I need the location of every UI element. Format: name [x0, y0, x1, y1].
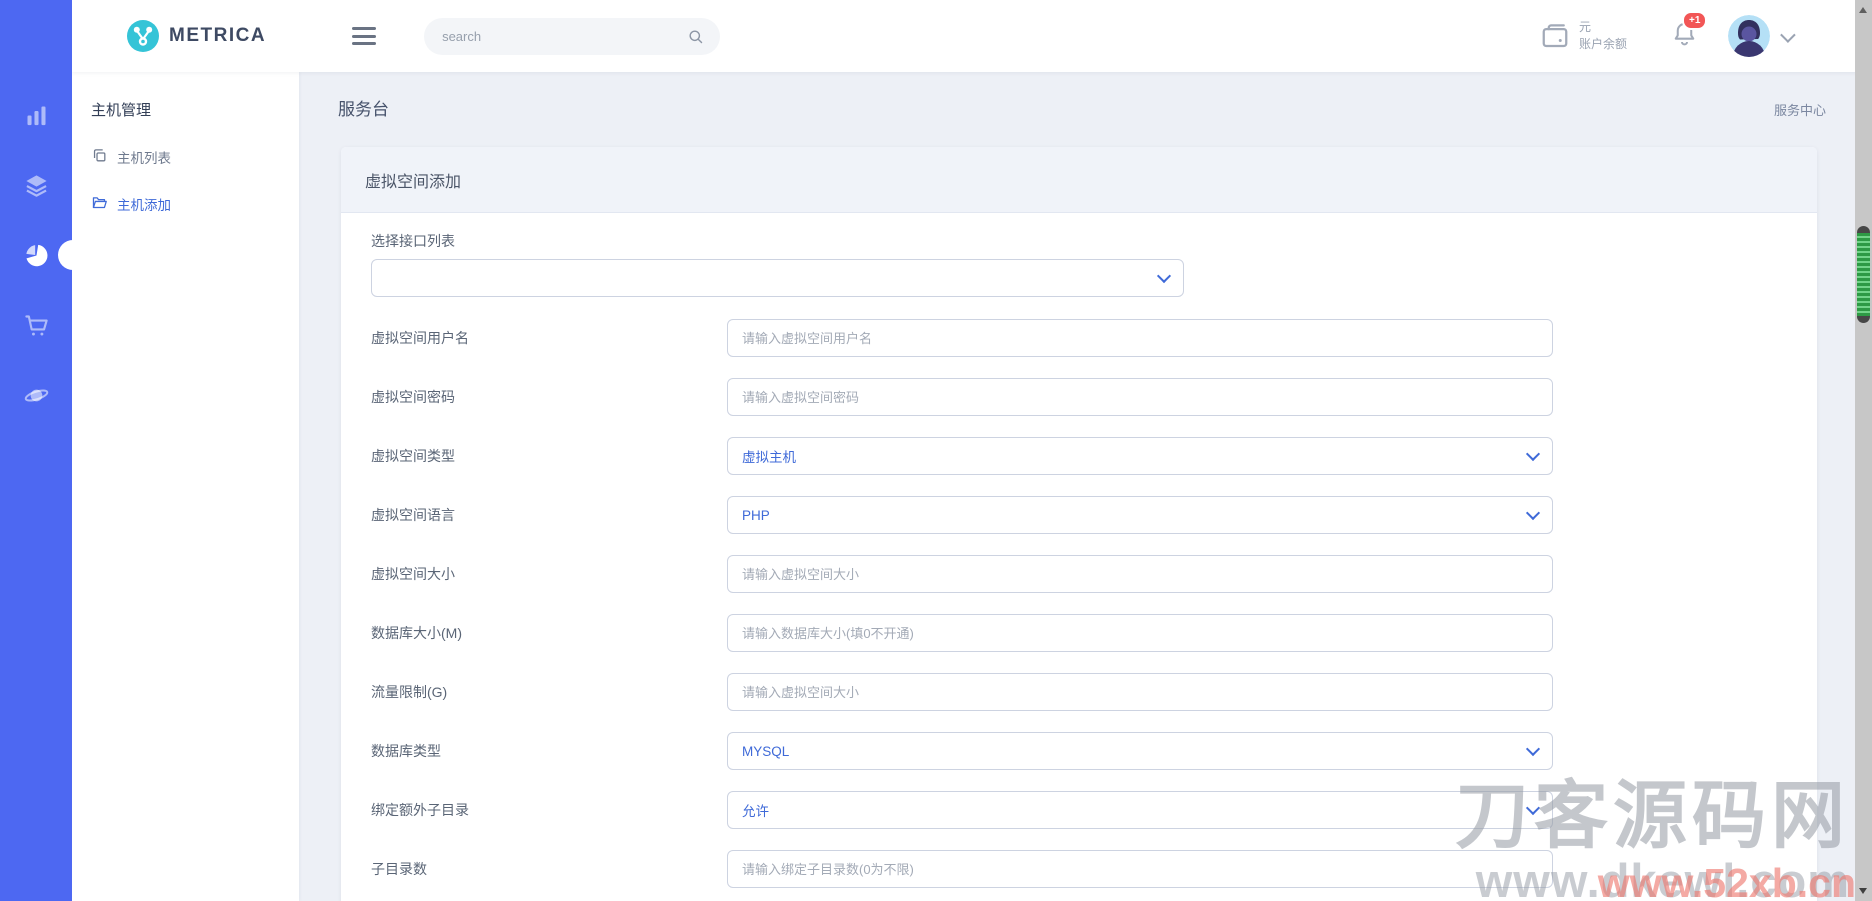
active-item-notch — [58, 240, 88, 270]
sidebar-item-label: 主机列表 — [117, 151, 171, 166]
search-input[interactable] — [440, 27, 688, 45]
field-label: 数据库类型 — [371, 743, 441, 759]
field-label: 绑定额外子目录 — [371, 802, 469, 818]
cart-icon[interactable] — [0, 290, 72, 360]
form-row: 虚拟空间密码 — [371, 378, 1817, 416]
topbar-right: 元 账户余额 +1 — [1540, 11, 1796, 57]
page-head: 服务台 服务中心 — [338, 95, 1826, 120]
form-row: 数据库大小(M) — [371, 614, 1817, 652]
brand-logo[interactable]: METRICA — [126, 19, 266, 53]
field-control — [727, 614, 1553, 652]
page-title: 服务台 — [338, 100, 389, 119]
virtual-space-form: 选择接口列表虚拟空间用户名虚拟空间密码虚拟空间类型虚拟主机虚拟空间语言PHP虚拟… — [341, 213, 1817, 888]
balance-text: 元 账户余额 — [1579, 19, 1627, 53]
field-label: 虚拟空间语言 — [371, 507, 455, 523]
username-input[interactable] — [727, 319, 1553, 357]
balance-unit: 元 — [1578, 20, 1591, 35]
nav-items: 主机列表 主机添加 — [72, 147, 299, 214]
field-label: 子目录数 — [371, 861, 427, 877]
chevron-down-icon — [1525, 446, 1541, 462]
extra-subdir-select[interactable]: 允许 — [727, 791, 1553, 829]
field-control — [727, 850, 1553, 888]
password-input[interactable] — [727, 378, 1553, 416]
form-row: 数据库类型 MYSQL — [371, 732, 1817, 770]
field-control — [727, 673, 1553, 711]
secondary-sidebar: 主机管理 主机列表主机添加 — [72, 72, 299, 901]
menu-toggle-button[interactable] — [352, 27, 377, 45]
virtual-space-card: 虚拟空间添加 选择接口列表虚拟空间用户名虚拟空间密码虚拟空间类型虚拟主机虚拟空间… — [341, 147, 1817, 901]
form-row: 子目录数 — [371, 850, 1817, 888]
balance-label: 账户余额 — [1578, 37, 1627, 51]
field-label: 虚拟空间类型 — [371, 448, 455, 464]
field-label: 流量限制(G) — [371, 684, 448, 700]
interface-select[interactable] — [371, 259, 1184, 297]
form-row: 绑定额外子目录 允许 — [371, 791, 1817, 829]
form-row: 虚拟空间语言 PHP — [371, 496, 1817, 534]
db-size-input[interactable] — [727, 614, 1553, 652]
form-row: 虚拟空间大小 — [371, 555, 1817, 593]
sidebar-item-host-list[interactable]: 主机列表 — [91, 147, 299, 167]
field-label: 数据库大小(M) — [371, 625, 462, 641]
scroll-up-arrow[interactable] — [1859, 7, 1867, 13]
field-control: MYSQL — [727, 732, 1553, 770]
layers-icon[interactable] — [0, 150, 72, 220]
traffic-limit-input[interactable] — [727, 673, 1553, 711]
space-language-select[interactable]: PHP — [727, 496, 1553, 534]
select-value: PHP — [742, 507, 770, 523]
chevron-down-icon — [1525, 741, 1541, 757]
chevron-down-icon — [1525, 800, 1541, 816]
field-control — [727, 378, 1553, 416]
search-box — [424, 17, 721, 55]
field-label: 虚拟空间密码 — [371, 389, 455, 405]
field-label: 选择接口列表 — [371, 233, 455, 249]
field-control — [727, 319, 1553, 357]
field-label: 虚拟空间大小 — [371, 566, 455, 582]
sidebar-item-host-add[interactable]: 主机添加 — [91, 194, 299, 214]
space-type-select[interactable]: 虚拟主机 — [727, 437, 1553, 475]
field-label: 虚拟空间用户名 — [371, 330, 469, 346]
field-control: 虚拟主机 — [727, 437, 1553, 475]
field-control: PHP — [727, 496, 1553, 534]
scroll-down-arrow[interactable] — [1859, 888, 1867, 894]
select-value: 虚拟主机 — [742, 450, 796, 465]
metrica-logo-icon — [127, 20, 159, 52]
bar-chart-icon[interactable] — [0, 80, 72, 150]
form-row: 虚拟空间类型 虚拟主机 — [371, 437, 1817, 475]
notification-badge: +1 — [1682, 11, 1708, 30]
chevron-down-icon — [1156, 268, 1172, 284]
service-center-link[interactable]: 服务中心 — [1774, 100, 1826, 119]
db-type-select[interactable]: MYSQL — [727, 732, 1553, 770]
search-icon[interactable] — [687, 28, 704, 45]
field-control: 允许 — [727, 791, 1553, 829]
planet-icon[interactable] — [0, 360, 72, 430]
vertical-scrollbar[interactable] — [1855, 0, 1872, 901]
brand-name: METRICA — [169, 25, 267, 46]
select-value: MYSQL — [742, 743, 790, 759]
topbar: METRICA 元 账户余额 — [72, 0, 1872, 72]
avatar-image — [1728, 15, 1770, 57]
app-root: METRICA 元 账户余额 — [0, 0, 1872, 901]
form-row: 流量限制(G) — [371, 673, 1817, 711]
user-avatar[interactable] — [1728, 15, 1770, 57]
select-value: 允许 — [742, 804, 769, 819]
space-size-input[interactable] — [727, 555, 1553, 593]
chevron-down-icon[interactable] — [1780, 26, 1796, 43]
icon-sidebar — [0, 0, 88, 901]
scrollbar-thumb[interactable] — [1857, 226, 1870, 323]
subdir-count-input[interactable] — [727, 850, 1553, 888]
chevron-down-icon — [1525, 505, 1541, 521]
form-row: 虚拟空间用户名 — [371, 319, 1817, 357]
icon-sidebar-items — [0, 0, 72, 430]
nav-section-title: 主机管理 — [91, 102, 152, 119]
field-control — [727, 555, 1553, 593]
notifications-button[interactable]: +1 — [1671, 11, 1708, 52]
card-title: 虚拟空间添加 — [341, 147, 1817, 213]
account-balance[interactable]: 元 账户余额 — [1540, 19, 1627, 53]
folder-open-icon — [91, 194, 108, 214]
copy-icon — [91, 147, 108, 167]
sidebar-item-label: 主机添加 — [117, 198, 171, 213]
wallet-icon — [1542, 24, 1568, 48]
